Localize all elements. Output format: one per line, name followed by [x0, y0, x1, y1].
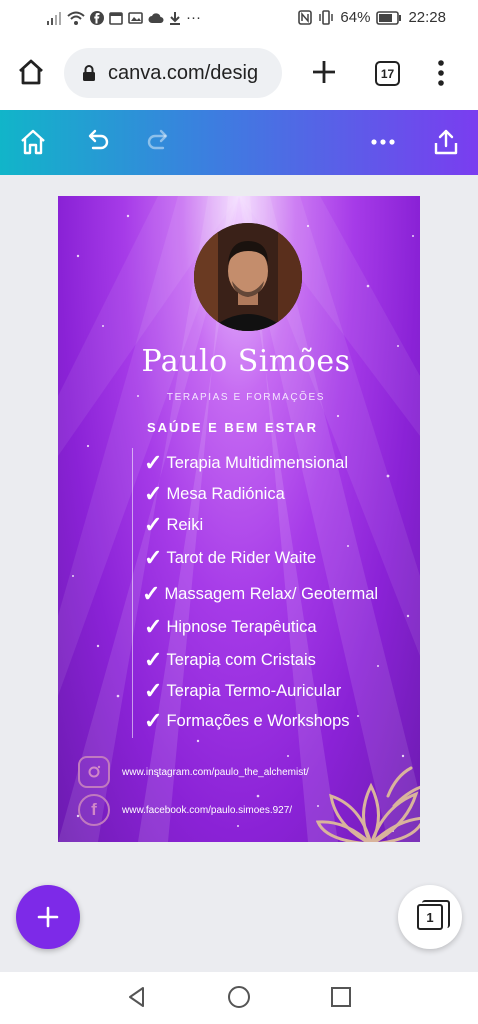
- service-item[interactable]: ✓ Reiki: [144, 514, 203, 536]
- vibrate-icon: [319, 10, 334, 25]
- service-item[interactable]: ✓ Formações e Workshops: [144, 710, 350, 732]
- home-nav-icon[interactable]: [226, 984, 252, 1010]
- nfc-icon: [298, 10, 313, 25]
- instagram-icon: [78, 756, 110, 788]
- more-options-icon[interactable]: [368, 127, 398, 157]
- service-label: Tarot de Rider Waite: [166, 548, 317, 567]
- back-icon[interactable]: [124, 984, 150, 1010]
- service-label: Terapia Termo-Auricular: [166, 681, 342, 700]
- facebook-icon: [90, 10, 104, 25]
- service-item[interactable]: ✓ Hipnose Terapêutica: [144, 616, 317, 638]
- check-icon: ✓: [144, 614, 163, 639]
- pages-count: 1: [417, 900, 450, 930]
- redo-icon[interactable]: [144, 127, 174, 157]
- browser-toolbar: canva.com/desig 17: [0, 36, 478, 110]
- address-bar[interactable]: canva.com/desig: [64, 48, 282, 98]
- service-item[interactable]: ✓ Terapia com Cristais: [144, 649, 316, 671]
- check-icon: ✓: [144, 481, 163, 506]
- facebook-url: www.facebook.com/paulo.simoes.927/: [122, 804, 293, 816]
- share-icon[interactable]: [431, 127, 461, 157]
- service-label: Hipnose Terapêutica: [166, 617, 317, 636]
- system-nav-bar: [0, 972, 478, 1024]
- service-item[interactable]: ✓ Tarot de Rider Waite: [144, 547, 316, 569]
- check-icon: ✓: [144, 647, 163, 672]
- lotus-decoration[interactable]: [316, 756, 420, 842]
- service-label: Reiki: [166, 515, 204, 534]
- instagram-row[interactable]: www.instagram.com/paulo_the_alchemist/: [78, 756, 309, 788]
- facebook-glyph: f: [91, 800, 97, 819]
- clock: 22:28: [408, 9, 446, 26]
- service-label: Terapia Multidimensional: [166, 453, 349, 472]
- vertical-divider: [132, 448, 133, 738]
- service-label: Mesa Radiónica: [166, 484, 285, 503]
- tab-switcher-button[interactable]: 17: [375, 61, 400, 86]
- design-page[interactable]: Paulo Simões TERAPIAS E FORMAÇÕES SAÚDE …: [58, 196, 420, 842]
- service-label: Formações e Workshops: [166, 711, 350, 730]
- service-item[interactable]: ✓ Terapia Multidimensional: [144, 452, 348, 474]
- home-icon[interactable]: [18, 127, 48, 157]
- check-icon: ✓: [144, 450, 163, 475]
- services-heading[interactable]: SAÚDE E BEM ESTAR: [147, 420, 318, 435]
- check-icon: ✓: [144, 678, 163, 703]
- service-item[interactable]: ✓ Mesa Radiónica: [144, 483, 285, 505]
- status-more-dots: ···: [186, 9, 201, 26]
- facebook-icon: f: [78, 794, 110, 826]
- service-label: Massagem Relax/ Geotermal: [164, 584, 379, 603]
- new-tab-icon[interactable]: [310, 58, 338, 86]
- check-icon: ✓: [144, 545, 163, 570]
- instagram-url: www.instagram.com/paulo_the_alchemist/: [122, 766, 309, 778]
- image-icon: [128, 11, 143, 24]
- facebook-row[interactable]: f www.facebook.com/paulo.simoes.927/: [78, 794, 292, 826]
- pages-button[interactable]: 1: [398, 885, 462, 949]
- portrait-image: [194, 223, 302, 331]
- signal-icon: [47, 11, 61, 25]
- editor-toolbar: [0, 110, 478, 175]
- url-text: canva.com/desig: [108, 61, 259, 84]
- status-bar: ··· 64% 22:28: [0, 0, 478, 36]
- calendar-icon: [109, 11, 123, 25]
- battery-percent: 64%: [340, 9, 371, 26]
- check-icon: ✓: [144, 512, 163, 537]
- undo-icon[interactable]: [82, 127, 112, 157]
- download-icon: [170, 11, 180, 25]
- service-item[interactable]: ✓ Massagem Relax/ Geotermal: [142, 583, 378, 605]
- check-icon: ✓: [142, 581, 161, 606]
- profile-photo[interactable]: [194, 223, 302, 331]
- home-icon[interactable]: [16, 57, 46, 87]
- cloud-icon: [148, 12, 164, 23]
- check-icon: ✓: [144, 708, 163, 733]
- status-icons-right: 64% 22:28: [298, 9, 446, 26]
- plus-icon: [37, 906, 59, 928]
- more-menu-icon[interactable]: [432, 58, 450, 88]
- service-label: Terapia com Cristais: [166, 650, 316, 669]
- wifi-icon: [67, 11, 85, 25]
- battery-icon: [376, 10, 402, 25]
- recents-icon[interactable]: [328, 984, 354, 1010]
- lock-icon: [83, 65, 95, 81]
- person-name[interactable]: Paulo Simões: [58, 344, 420, 379]
- service-item[interactable]: ✓ Terapia Termo-Auricular: [144, 680, 341, 702]
- subtitle[interactable]: TERAPIAS E FORMAÇÕES: [58, 392, 420, 403]
- status-icons-left: ···: [46, 9, 201, 26]
- add-element-button[interactable]: [16, 885, 80, 949]
